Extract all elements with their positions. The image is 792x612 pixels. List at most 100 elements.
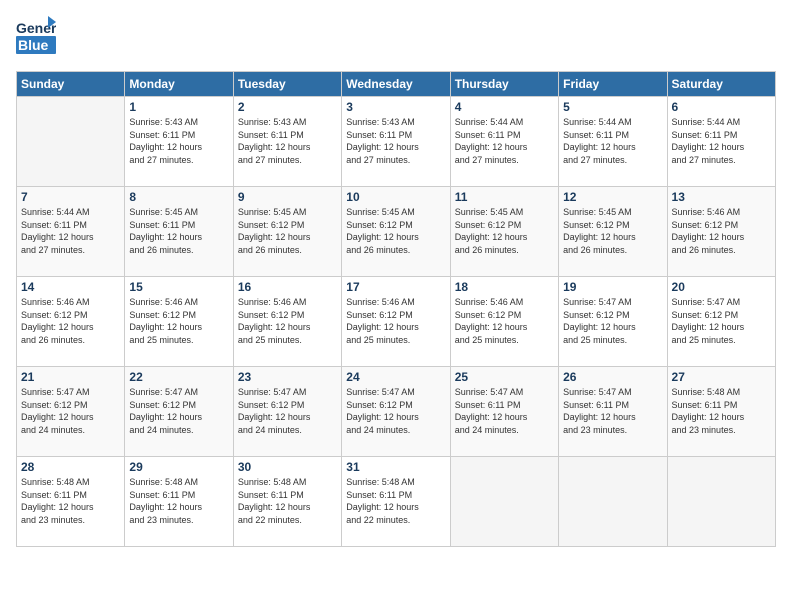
weekday-tuesday: Tuesday <box>233 72 341 97</box>
day-number: 19 <box>563 280 662 294</box>
header: General Blue <box>16 16 776 61</box>
calendar-cell: 19 Sunrise: 5:47 AM Sunset: 6:12 PM Dayli… <box>559 277 667 367</box>
calendar-cell: 7 Sunrise: 5:44 AM Sunset: 6:11 PM Daylig… <box>17 187 125 277</box>
day-number: 11 <box>455 190 554 204</box>
day-number: 8 <box>129 190 228 204</box>
day-number: 29 <box>129 460 228 474</box>
weekday-friday: Friday <box>559 72 667 97</box>
calendar-cell: 21 Sunrise: 5:47 AM Sunset: 6:12 PM Dayli… <box>17 367 125 457</box>
day-number: 24 <box>346 370 445 384</box>
day-info: Sunrise: 5:45 AM Sunset: 6:12 PM Dayligh… <box>238 206 337 256</box>
day-info: Sunrise: 5:43 AM Sunset: 6:11 PM Dayligh… <box>238 116 337 166</box>
weekday-wednesday: Wednesday <box>342 72 450 97</box>
day-number: 7 <box>21 190 120 204</box>
calendar-cell: 9 Sunrise: 5:45 AM Sunset: 6:12 PM Daylig… <box>233 187 341 277</box>
day-number: 22 <box>129 370 228 384</box>
day-number: 17 <box>346 280 445 294</box>
calendar-cell: 14 Sunrise: 5:46 AM Sunset: 6:12 PM Dayli… <box>17 277 125 367</box>
day-info: Sunrise: 5:48 AM Sunset: 6:11 PM Dayligh… <box>346 476 445 526</box>
week-row-3: 14 Sunrise: 5:46 AM Sunset: 6:12 PM Dayli… <box>17 277 776 367</box>
day-number: 6 <box>672 100 771 114</box>
day-info: Sunrise: 5:46 AM Sunset: 6:12 PM Dayligh… <box>672 206 771 256</box>
week-row-2: 7 Sunrise: 5:44 AM Sunset: 6:11 PM Daylig… <box>17 187 776 277</box>
calendar-cell: 13 Sunrise: 5:46 AM Sunset: 6:12 PM Dayli… <box>667 187 775 277</box>
calendar-cell: 28 Sunrise: 5:48 AM Sunset: 6:11 PM Dayli… <box>17 457 125 547</box>
calendar-body: 1Sunrise: 5:43 AM Sunset: 6:11 PM Daylig… <box>17 97 776 547</box>
calendar-cell: 12 Sunrise: 5:45 AM Sunset: 6:12 PM Dayli… <box>559 187 667 277</box>
calendar-cell: 1Sunrise: 5:43 AM Sunset: 6:11 PM Daylig… <box>125 97 233 187</box>
week-row-5: 28 Sunrise: 5:48 AM Sunset: 6:11 PM Dayli… <box>17 457 776 547</box>
day-info: Sunrise: 5:46 AM Sunset: 6:12 PM Dayligh… <box>238 296 337 346</box>
day-info: Sunrise: 5:45 AM Sunset: 6:11 PM Dayligh… <box>129 206 228 256</box>
day-info: Sunrise: 5:47 AM Sunset: 6:12 PM Dayligh… <box>346 386 445 436</box>
calendar-cell: 8 Sunrise: 5:45 AM Sunset: 6:11 PM Daylig… <box>125 187 233 277</box>
calendar-cell: 23 Sunrise: 5:47 AM Sunset: 6:12 PM Dayli… <box>233 367 341 457</box>
day-number: 4 <box>455 100 554 114</box>
calendar-cell: 22 Sunrise: 5:47 AM Sunset: 6:12 PM Dayli… <box>125 367 233 457</box>
calendar-cell <box>559 457 667 547</box>
day-number: 9 <box>238 190 337 204</box>
day-info: Sunrise: 5:47 AM Sunset: 6:11 PM Dayligh… <box>455 386 554 436</box>
weekday-saturday: Saturday <box>667 72 775 97</box>
week-row-1: 1Sunrise: 5:43 AM Sunset: 6:11 PM Daylig… <box>17 97 776 187</box>
calendar-cell: 17 Sunrise: 5:46 AM Sunset: 6:12 PM Dayli… <box>342 277 450 367</box>
day-info: Sunrise: 5:48 AM Sunset: 6:11 PM Dayligh… <box>672 386 771 436</box>
day-info: Sunrise: 5:45 AM Sunset: 6:12 PM Dayligh… <box>563 206 662 256</box>
calendar-cell: 30Sunrise: 5:48 AM Sunset: 6:11 PM Dayli… <box>233 457 341 547</box>
day-info: Sunrise: 5:46 AM Sunset: 6:12 PM Dayligh… <box>455 296 554 346</box>
day-number: 15 <box>129 280 228 294</box>
calendar-cell: 3 Sunrise: 5:43 AM Sunset: 6:11 PM Daylig… <box>342 97 450 187</box>
calendar-cell: 4 Sunrise: 5:44 AM Sunset: 6:11 PM Daylig… <box>450 97 558 187</box>
calendar-cell: 25 Sunrise: 5:47 AM Sunset: 6:11 PM Dayli… <box>450 367 558 457</box>
calendar-table: SundayMondayTuesdayWednesdayThursdayFrid… <box>16 71 776 547</box>
day-number: 21 <box>21 370 120 384</box>
day-info: Sunrise: 5:47 AM Sunset: 6:12 PM Dayligh… <box>238 386 337 436</box>
day-number: 14 <box>21 280 120 294</box>
weekday-thursday: Thursday <box>450 72 558 97</box>
day-number: 26 <box>563 370 662 384</box>
day-number: 23 <box>238 370 337 384</box>
day-info: Sunrise: 5:44 AM Sunset: 6:11 PM Dayligh… <box>455 116 554 166</box>
day-info: Sunrise: 5:46 AM Sunset: 6:12 PM Dayligh… <box>346 296 445 346</box>
day-number: 5 <box>563 100 662 114</box>
day-info: Sunrise: 5:48 AM Sunset: 6:11 PM Dayligh… <box>21 476 120 526</box>
day-info: Sunrise: 5:47 AM Sunset: 6:11 PM Dayligh… <box>563 386 662 436</box>
day-number: 20 <box>672 280 771 294</box>
day-info: Sunrise: 5:45 AM Sunset: 6:12 PM Dayligh… <box>455 206 554 256</box>
day-info: Sunrise: 5:47 AM Sunset: 6:12 PM Dayligh… <box>21 386 120 436</box>
logo: General Blue <box>16 16 60 61</box>
day-number: 3 <box>346 100 445 114</box>
calendar-cell <box>450 457 558 547</box>
calendar-cell: 16Sunrise: 5:46 AM Sunset: 6:12 PM Dayli… <box>233 277 341 367</box>
calendar-cell: 20Sunrise: 5:47 AM Sunset: 6:12 PM Dayli… <box>667 277 775 367</box>
day-number: 12 <box>563 190 662 204</box>
day-info: Sunrise: 5:44 AM Sunset: 6:11 PM Dayligh… <box>672 116 771 166</box>
calendar-cell: 10Sunrise: 5:45 AM Sunset: 6:12 PM Dayli… <box>342 187 450 277</box>
calendar-cell <box>667 457 775 547</box>
day-number: 28 <box>21 460 120 474</box>
day-number: 13 <box>672 190 771 204</box>
week-row-4: 21 Sunrise: 5:47 AM Sunset: 6:12 PM Dayli… <box>17 367 776 457</box>
day-info: Sunrise: 5:45 AM Sunset: 6:12 PM Dayligh… <box>346 206 445 256</box>
calendar-cell: 24 Sunrise: 5:47 AM Sunset: 6:12 PM Dayli… <box>342 367 450 457</box>
svg-text:Blue: Blue <box>18 37 49 53</box>
day-info: Sunrise: 5:47 AM Sunset: 6:12 PM Dayligh… <box>129 386 228 436</box>
logo-graphic: General Blue <box>16 16 56 61</box>
weekday-sunday: Sunday <box>17 72 125 97</box>
day-number: 2 <box>238 100 337 114</box>
day-info: Sunrise: 5:44 AM Sunset: 6:11 PM Dayligh… <box>563 116 662 166</box>
weekday-header-row: SundayMondayTuesdayWednesdayThursdayFrid… <box>17 72 776 97</box>
day-number: 18 <box>455 280 554 294</box>
day-info: Sunrise: 5:44 AM Sunset: 6:11 PM Dayligh… <box>21 206 120 256</box>
calendar-cell: 11 Sunrise: 5:45 AM Sunset: 6:12 PM Dayli… <box>450 187 558 277</box>
day-info: Sunrise: 5:46 AM Sunset: 6:12 PM Dayligh… <box>21 296 120 346</box>
day-number: 25 <box>455 370 554 384</box>
day-info: Sunrise: 5:43 AM Sunset: 6:11 PM Dayligh… <box>346 116 445 166</box>
calendar-cell <box>17 97 125 187</box>
weekday-monday: Monday <box>125 72 233 97</box>
calendar-cell: 2 Sunrise: 5:43 AM Sunset: 6:11 PM Daylig… <box>233 97 341 187</box>
day-info: Sunrise: 5:47 AM Sunset: 6:12 PM Dayligh… <box>563 296 662 346</box>
calendar-cell: 5 Sunrise: 5:44 AM Sunset: 6:11 PM Daylig… <box>559 97 667 187</box>
day-number: 30 <box>238 460 337 474</box>
calendar-cell: 31Sunrise: 5:48 AM Sunset: 6:11 PM Dayli… <box>342 457 450 547</box>
